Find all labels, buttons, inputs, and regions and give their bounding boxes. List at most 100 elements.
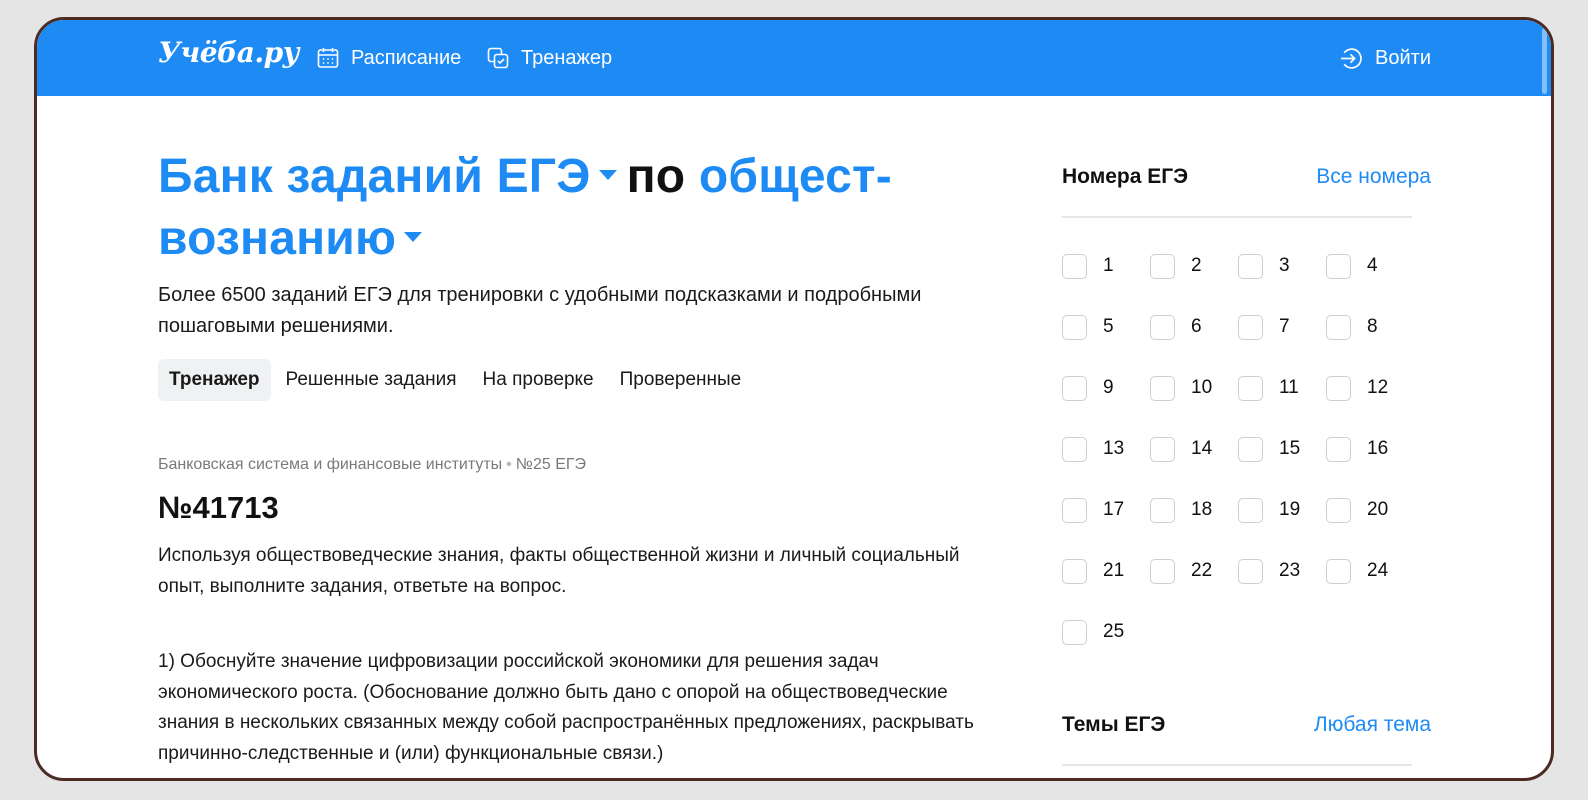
tab-pending[interactable]: На проверке: [472, 359, 605, 401]
scrollbar-thumb[interactable]: [1542, 28, 1547, 94]
checkbox[interactable]: [1238, 314, 1263, 340]
tab-checked[interactable]: Проверенные: [609, 359, 753, 401]
task-id: №41713: [158, 490, 279, 525]
title-connector: по: [626, 150, 686, 203]
checkbox[interactable]: [1326, 497, 1351, 523]
number-label: 1: [1103, 255, 1114, 276]
number-filter-item[interactable]: 24: [1326, 558, 1414, 584]
checkbox[interactable]: [1062, 375, 1087, 401]
site-logo[interactable]: Учёба.ру: [158, 36, 300, 69]
number-filter-item[interactable]: 18: [1150, 497, 1238, 523]
number-label: 6: [1191, 316, 1202, 337]
number-filter-item[interactable]: 8: [1326, 314, 1414, 340]
number-filter-item[interactable]: 3: [1238, 253, 1326, 279]
number-label: 7: [1279, 316, 1290, 337]
checkbox[interactable]: [1062, 436, 1087, 462]
number-filter-item[interactable]: 5: [1062, 314, 1150, 340]
number-label: 25: [1103, 621, 1125, 642]
number-filter-item[interactable]: 25: [1062, 619, 1150, 645]
caret-down-icon: [404, 232, 423, 243]
task-question: 1) Обоснуйте значение цифровизации росси…: [158, 651, 974, 764]
checkbox[interactable]: [1150, 558, 1175, 584]
numbers-section-title: Номера ЕГЭ: [1062, 165, 1189, 188]
number-filter-item[interactable]: 16: [1326, 436, 1414, 462]
tab-trainer[interactable]: Тренажер: [158, 359, 271, 401]
checkbox[interactable]: [1326, 436, 1351, 462]
checkbox[interactable]: [1150, 436, 1175, 462]
checkbox[interactable]: [1238, 253, 1263, 279]
number-label: 15: [1279, 438, 1301, 459]
checkbox[interactable]: [1238, 436, 1263, 462]
number-label: 11: [1279, 377, 1299, 398]
browser-frame: Учёба.ру Расписание Тренажер Войти Банк …: [34, 17, 1554, 781]
checkbox[interactable]: [1062, 314, 1087, 340]
number-filter-item[interactable]: 1: [1062, 253, 1150, 279]
numbers-grid: 1 2 3 4 5 6 7 8 9 10 11 12 13 14 15 16 17 18 19 20 21 22 23 24 2…: [1062, 253, 1414, 645]
nav-schedule-label: Расписание: [351, 46, 462, 69]
task-topic-link[interactable]: Банковская система и финансовые институт…: [158, 456, 502, 473]
caret-down-icon: [598, 170, 617, 181]
copy-icon: [486, 46, 510, 70]
checkbox[interactable]: [1062, 558, 1087, 584]
nav-trainer-label: Тренажер: [521, 46, 613, 69]
number-filter-item[interactable]: 20: [1326, 497, 1414, 523]
checkbox[interactable]: [1150, 314, 1175, 340]
divider: [1062, 764, 1412, 766]
checkbox[interactable]: [1326, 558, 1351, 584]
all-numbers-link[interactable]: Все номера: [1316, 165, 1431, 189]
task-number-link[interactable]: №25 ЕГЭ: [516, 456, 586, 473]
number-filter-item[interactable]: 6: [1150, 314, 1238, 340]
page-title: Банк заданий ЕГЭ по общест-вознанию: [158, 146, 958, 270]
any-topic-link[interactable]: Любая тема: [1314, 713, 1431, 737]
number-filter-item[interactable]: 15: [1238, 436, 1326, 462]
checkbox[interactable]: [1326, 253, 1351, 279]
number-filter-item[interactable]: 2: [1150, 253, 1238, 279]
number-filter-item[interactable]: 7: [1238, 314, 1326, 340]
number-label: 18: [1191, 499, 1213, 520]
checkbox[interactable]: [1150, 253, 1175, 279]
checkbox[interactable]: [1150, 497, 1175, 523]
number-label: 20: [1367, 499, 1389, 520]
top-navigation-bar: Учёба.ру Расписание Тренажер Войти: [37, 20, 1551, 96]
login-icon: [1339, 46, 1364, 71]
task-intro: Используя обществоведческие знания, факт…: [158, 545, 960, 597]
checkbox[interactable]: [1062, 497, 1087, 523]
login-button[interactable]: Войти: [1339, 42, 1431, 74]
number-label: 4: [1367, 255, 1378, 276]
number-filter-item[interactable]: 4: [1326, 253, 1414, 279]
number-label: 24: [1367, 560, 1389, 581]
number-filter-item[interactable]: 9: [1062, 375, 1150, 401]
number-label: 10: [1191, 377, 1213, 398]
number-filter-item[interactable]: 13: [1062, 436, 1150, 462]
number-filter-item[interactable]: 22: [1150, 558, 1238, 584]
mode-tabs: Тренажер Решенные задания На проверке Пр…: [158, 359, 756, 401]
nav-schedule-link[interactable]: Расписание: [316, 42, 461, 74]
number-filter-item[interactable]: 21: [1062, 558, 1150, 584]
number-label: 12: [1367, 377, 1389, 398]
number-filter-item[interactable]: 19: [1238, 497, 1326, 523]
number-filter-item[interactable]: 17: [1062, 497, 1150, 523]
nav-trainer-link[interactable]: Тренажер: [486, 42, 612, 74]
tab-solved[interactable]: Решенные задания: [275, 359, 468, 401]
checkbox[interactable]: [1062, 253, 1087, 279]
number-label: 17: [1103, 499, 1125, 520]
checkbox[interactable]: [1238, 497, 1263, 523]
number-filter-item[interactable]: 11: [1238, 375, 1326, 401]
checkbox[interactable]: [1238, 558, 1263, 584]
number-filter-item[interactable]: 14: [1150, 436, 1238, 462]
exam-selector[interactable]: Банк заданий ЕГЭ: [158, 150, 627, 203]
number-label: 23: [1279, 560, 1301, 581]
number-label: 3: [1279, 255, 1290, 276]
checkbox[interactable]: [1150, 375, 1175, 401]
number-label: 22: [1191, 560, 1213, 581]
page-subtitle: Более 6500 заданий ЕГЭ для тренировки с …: [158, 284, 922, 337]
number-filter-item[interactable]: 23: [1238, 558, 1326, 584]
number-filter-item[interactable]: 12: [1326, 375, 1414, 401]
topics-section-title: Темы ЕГЭ: [1062, 713, 1166, 736]
checkbox[interactable]: [1238, 375, 1263, 401]
number-label: 19: [1279, 499, 1301, 520]
number-filter-item[interactable]: 10: [1150, 375, 1238, 401]
checkbox[interactable]: [1326, 375, 1351, 401]
checkbox[interactable]: [1326, 314, 1351, 340]
checkbox[interactable]: [1062, 619, 1087, 645]
